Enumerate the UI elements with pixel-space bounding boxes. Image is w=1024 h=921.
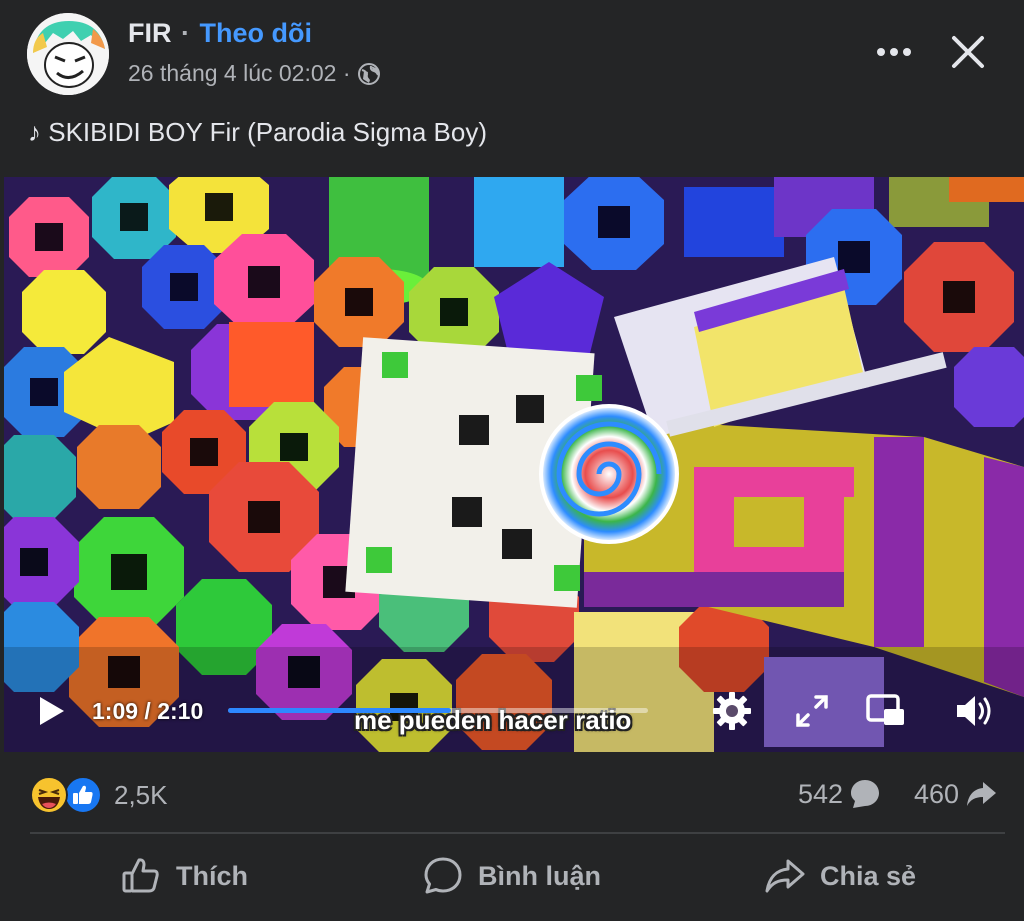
share-count-link[interactable]: 460 [914,778,997,810]
divider [30,832,1005,834]
like-reaction-icon [64,776,102,814]
globe-icon [357,62,380,85]
comment-count: 542 [798,778,844,809]
post-card: FIR · Theo dõi 26 tháng 4 lúc 02:02 · ♪ … [0,0,1024,921]
reactions-summary[interactable]: 2,5K [30,776,168,814]
reaction-count: 2,5K [114,779,168,810]
separator: · [181,18,191,48]
play-icon[interactable] [34,694,68,728]
volume-icon[interactable] [952,689,996,733]
author-name[interactable]: FIR [128,18,172,48]
post-header: FIR · Theo dõi 26 tháng 4 lúc 02:02 · [0,0,1024,110]
video-progress-fill [228,708,451,713]
close-icon[interactable] [946,30,990,74]
comment-icon [424,857,462,894]
author-line: FIR · Theo dõi [128,18,312,49]
post-actions: Thích Bình luận Chia sẻ [0,840,1024,912]
avatar[interactable] [27,13,109,95]
comment-bubble-icon [851,780,880,808]
comment-label: Bình luận [478,860,601,891]
fullscreen-icon[interactable] [790,689,834,733]
comment-button[interactable]: Bình luận [422,848,601,904]
video-time: 1:09 / 2:10 [92,698,204,724]
share-button[interactable]: Chia sẻ [764,848,916,904]
post-timestamp[interactable]: 26 tháng 4 lúc 02:02 · [128,60,351,87]
share-icon [765,859,805,893]
video-progress-bar[interactable] [228,708,648,713]
like-button[interactable]: Thích [120,848,248,904]
comment-count-link[interactable]: 542 [798,778,881,810]
share-count: 460 [914,778,960,809]
like-label: Thích [176,860,248,891]
video-frame [4,177,1024,752]
video-player[interactable]: me pueden hacer ratio 1:09 / 2:10 [4,177,1024,752]
picture-in-picture-icon[interactable] [864,689,908,733]
more-icon[interactable] [872,34,916,70]
avatar-image [27,13,109,95]
post-stats: 2,5K 542 460 [0,760,1024,832]
video-controls: 1:09 / 2:10 [4,677,1024,752]
post-caption: ♪ SKIBIDI BOY Fir (Parodia Sigma Boy) [28,117,487,147]
haha-reaction-icon [30,776,68,814]
follow-button[interactable]: Theo dõi [200,18,312,48]
gear-icon[interactable] [710,689,754,733]
share-arrow-icon [967,782,997,806]
share-label: Chia sẻ [820,860,917,891]
thumbs-up-icon [122,858,159,893]
post-meta: 26 tháng 4 lúc 02:02 · [128,60,381,87]
